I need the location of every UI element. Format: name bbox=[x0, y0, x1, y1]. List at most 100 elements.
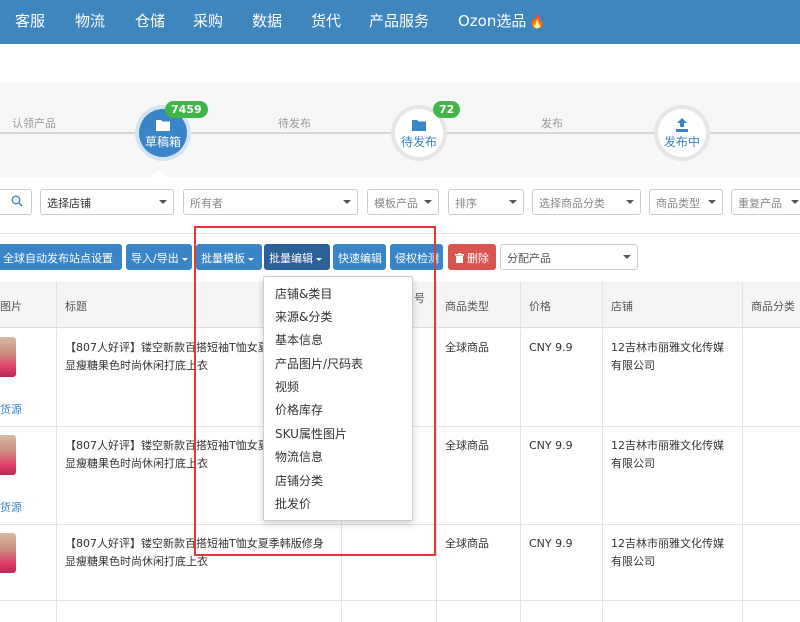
fire-icon: 🔥 bbox=[529, 15, 546, 30]
col-header-image-label: 图片 bbox=[0, 300, 22, 313]
col-header-type-label: 商品类型 bbox=[445, 300, 489, 313]
highlight-box bbox=[194, 226, 436, 556]
image-cell: 货源 bbox=[0, 329, 57, 426]
step-publishing-label: 发布中 bbox=[663, 135, 700, 149]
step-pointer bbox=[150, 169, 166, 177]
col-header-category-label: 商品分类 bbox=[751, 300, 795, 313]
assign-product-select[interactable]: 分配产品 bbox=[500, 244, 638, 270]
sort-select-value: 排序 bbox=[455, 197, 477, 210]
step-connector bbox=[191, 132, 391, 134]
col-header-type: 商品类型 bbox=[437, 282, 521, 328]
chevron-down-icon bbox=[343, 200, 351, 204]
price-cell: CNY 9.9 bbox=[521, 427, 603, 524]
category-select-value: 选择商品分类 bbox=[539, 197, 605, 210]
shop-cell: 12吉林市丽雅文化传媒有限公司 bbox=[603, 525, 743, 622]
product-price: CNY 9.9 bbox=[529, 341, 573, 354]
nav-item-product-service[interactable]: 产品服务 bbox=[369, 10, 429, 31]
step-connector bbox=[447, 132, 654, 134]
sort-select[interactable]: 排序 bbox=[448, 189, 524, 215]
chevron-down-icon bbox=[159, 200, 167, 204]
import-export-label: 导入/导出 bbox=[131, 252, 179, 265]
type-cell: 全球商品 bbox=[437, 329, 521, 426]
product-type: 全球商品 bbox=[445, 537, 489, 550]
nav-item-data[interactable]: 数据 bbox=[252, 10, 282, 31]
shop-cell: 12吉林市丽雅文化传媒有限公司 bbox=[603, 427, 743, 524]
nav-item-logistics[interactable]: 物流 bbox=[75, 10, 105, 31]
nav-item-ozon-selection[interactable]: Ozon选品 🔥 bbox=[458, 10, 546, 31]
upload-icon bbox=[676, 118, 688, 132]
nav-item-ozon-label: Ozon选品 bbox=[458, 12, 527, 30]
type-cell: 全球商品 bbox=[437, 427, 521, 524]
image-cell bbox=[0, 525, 57, 622]
product-price: CNY 9.9 bbox=[529, 439, 573, 452]
assign-product-value: 分配产品 bbox=[507, 252, 551, 265]
nav-item-warehouse[interactable]: 仓储 bbox=[135, 10, 165, 31]
nav-item-customer-service[interactable]: 客服 bbox=[15, 10, 45, 31]
template-select-value: 模板产品 bbox=[374, 197, 418, 210]
image-cell: 货源 bbox=[0, 427, 57, 524]
source-link[interactable]: 货源 bbox=[0, 401, 22, 419]
type-cell: 全球商品 bbox=[437, 525, 521, 622]
auto-publish-settings-button[interactable]: 全球自动发布站点设置 bbox=[0, 244, 122, 270]
shop-select-value: 选择店铺 bbox=[47, 197, 91, 210]
step-label-claim: 认领产品 bbox=[12, 117, 56, 130]
shop-select[interactable]: 选择店铺 bbox=[40, 189, 174, 215]
owner-select[interactable]: 所有者 bbox=[183, 189, 358, 215]
col-header-category: 商品分类 bbox=[743, 282, 800, 328]
step-draft-label: 草稿箱 bbox=[144, 135, 181, 149]
duplicate-select-value: 重复产品 bbox=[738, 197, 782, 210]
delete-button[interactable]: 删除 bbox=[448, 244, 496, 270]
col-header-shop: 店铺 bbox=[603, 282, 743, 328]
product-type: 全球商品 bbox=[445, 439, 489, 452]
search-icon bbox=[11, 195, 23, 207]
product-type-select[interactable]: 商品类型 bbox=[649, 189, 723, 215]
col-header-image: 图片 bbox=[0, 282, 57, 328]
price-cell: CNY 9.9 bbox=[521, 329, 603, 426]
chevron-down-icon bbox=[791, 200, 799, 204]
chevron-down-icon bbox=[509, 200, 517, 204]
product-thumbnail[interactable] bbox=[0, 435, 16, 475]
chevron-down-icon bbox=[181, 257, 188, 261]
category-select[interactable]: 选择商品分类 bbox=[532, 189, 641, 215]
category-cell bbox=[743, 427, 800, 524]
category-cell bbox=[743, 525, 800, 622]
import-export-button[interactable]: 导入/导出 bbox=[126, 244, 192, 270]
step-publishing[interactable]: 发布中 bbox=[654, 105, 710, 161]
col-header-shop-label: 店铺 bbox=[611, 300, 633, 313]
product-price: CNY 9.9 bbox=[529, 537, 573, 550]
col-header-price-label: 价格 bbox=[529, 300, 551, 313]
step-connector bbox=[0, 132, 135, 134]
col-header-title-label: 标题 bbox=[65, 300, 87, 313]
product-type: 全球商品 bbox=[445, 341, 489, 354]
owner-select-value: 所有者 bbox=[190, 197, 223, 210]
product-shop: 12吉林市丽雅文化传媒有限公司 bbox=[611, 341, 724, 372]
price-cell: CNY 9.9 bbox=[521, 525, 603, 622]
step-connector bbox=[710, 132, 800, 134]
publish-steps: 认领产品 待发布 发布 草稿箱 7459 待发布 72 发布中 bbox=[0, 82, 800, 177]
search-button[interactable] bbox=[0, 189, 32, 215]
nav-item-freight[interactable]: 货代 bbox=[311, 10, 341, 31]
duplicate-select[interactable]: 重复产品 bbox=[731, 189, 800, 215]
template-select[interactable]: 模板产品 bbox=[367, 189, 439, 215]
product-thumbnail[interactable] bbox=[0, 337, 16, 377]
step-label-pending: 待发布 bbox=[278, 117, 311, 130]
nav-item-purchase[interactable]: 采购 bbox=[193, 10, 223, 31]
folder-icon bbox=[156, 120, 170, 131]
product-shop: 12吉林市丽雅文化传媒有限公司 bbox=[611, 537, 724, 568]
chevron-down-icon bbox=[626, 200, 634, 204]
product-type-select-value: 商品类型 bbox=[656, 197, 700, 210]
top-nav: 客服 物流 仓储 采购 数据 货代 产品服务 Ozon选品 🔥 bbox=[0, 0, 800, 44]
delete-label: 删除 bbox=[467, 252, 489, 265]
trash-icon bbox=[455, 253, 464, 263]
product-thumbnail[interactable] bbox=[0, 533, 16, 573]
col-header-price: 价格 bbox=[521, 282, 603, 328]
chevron-down-icon bbox=[623, 255, 631, 259]
category-cell bbox=[743, 329, 800, 426]
auto-publish-settings-label: 全球自动发布站点设置 bbox=[3, 252, 113, 265]
step-to-publish-label: 待发布 bbox=[400, 135, 437, 149]
source-link[interactable]: 货源 bbox=[0, 499, 22, 517]
draft-count-badge: 7459 bbox=[165, 101, 208, 118]
chevron-down-icon bbox=[424, 200, 432, 204]
folder-icon bbox=[412, 120, 426, 131]
product-shop: 12吉林市丽雅文化传媒有限公司 bbox=[611, 439, 724, 470]
